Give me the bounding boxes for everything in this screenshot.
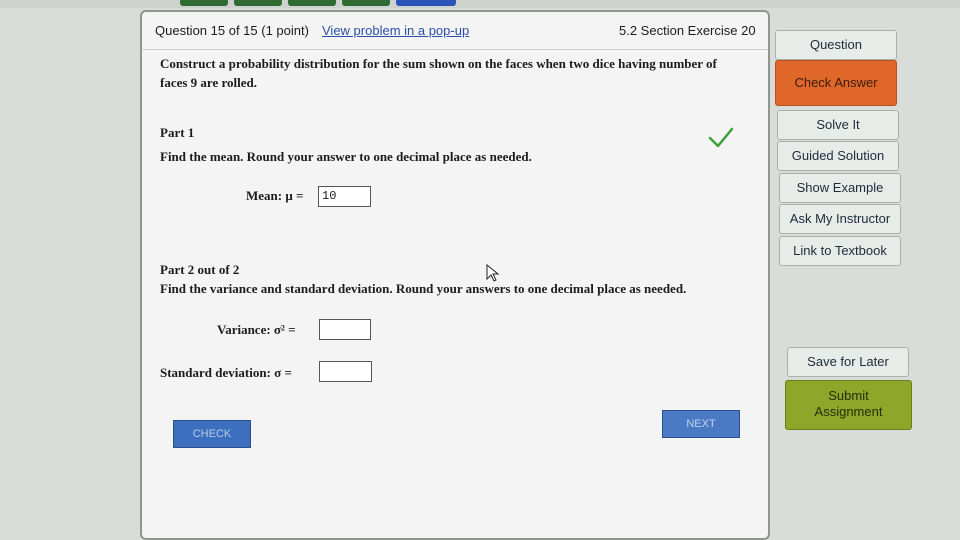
submit-label-line2: Assignment	[814, 404, 883, 419]
question-button[interactable]: Question	[775, 30, 897, 60]
save-for-later-button[interactable]: Save for Later	[787, 347, 909, 377]
part1-instruction: Find the mean. Round your answer to one …	[160, 149, 532, 164]
part1-title: Part 1	[160, 125, 195, 140]
check-answer-button[interactable]: Check Answer	[775, 60, 897, 106]
submit-label-line1: Submit	[828, 388, 869, 403]
variance-label: Variance: σ² =	[217, 322, 296, 337]
top-tab-active[interactable]	[396, 0, 456, 6]
link-to-textbook-button[interactable]: Link to Textbook	[779, 236, 901, 266]
next-button[interactable]: NEXT	[662, 410, 740, 438]
part2-title: Part 2 out of 2	[160, 262, 240, 277]
submit-assignment-button[interactable]: Submit Assignment	[785, 380, 912, 430]
show-example-button[interactable]: Show Example	[779, 173, 901, 203]
solve-it-button[interactable]: Solve It	[777, 110, 899, 140]
mean-input[interactable]: 10	[318, 186, 371, 207]
top-tab-strip	[0, 0, 960, 8]
mean-label: Mean: μ =	[246, 188, 304, 203]
top-tab[interactable]	[288, 0, 336, 6]
sd-input[interactable]	[319, 361, 372, 382]
top-tab[interactable]	[234, 0, 282, 6]
popup-link[interactable]: View problem in a pop-up	[322, 23, 469, 38]
checkmark-icon	[708, 127, 734, 148]
question-panel: Question 15 of 15 (1 point) View problem…	[140, 10, 770, 540]
top-tab[interactable]	[342, 0, 390, 6]
check-button[interactable]: CHECK	[173, 420, 251, 448]
question-header: Question 15 of 15 (1 point) View problem…	[142, 12, 768, 50]
top-tab[interactable]	[180, 0, 228, 6]
variance-input[interactable]	[319, 319, 371, 340]
sd-label: Standard deviation: σ =	[160, 365, 292, 380]
section-label: 5.2 Section Exercise 20	[619, 23, 756, 38]
question-number: Question 15 of 15 (1 point)	[155, 23, 309, 38]
part2-instruction: Find the variance and standard deviation…	[160, 281, 687, 296]
problem-prompt: Construct a probability distribution for…	[160, 56, 717, 90]
guided-solution-button[interactable]: Guided Solution	[777, 141, 899, 171]
mouse-cursor-icon	[486, 264, 500, 282]
ask-instructor-button[interactable]: Ask My Instructor	[779, 204, 901, 234]
